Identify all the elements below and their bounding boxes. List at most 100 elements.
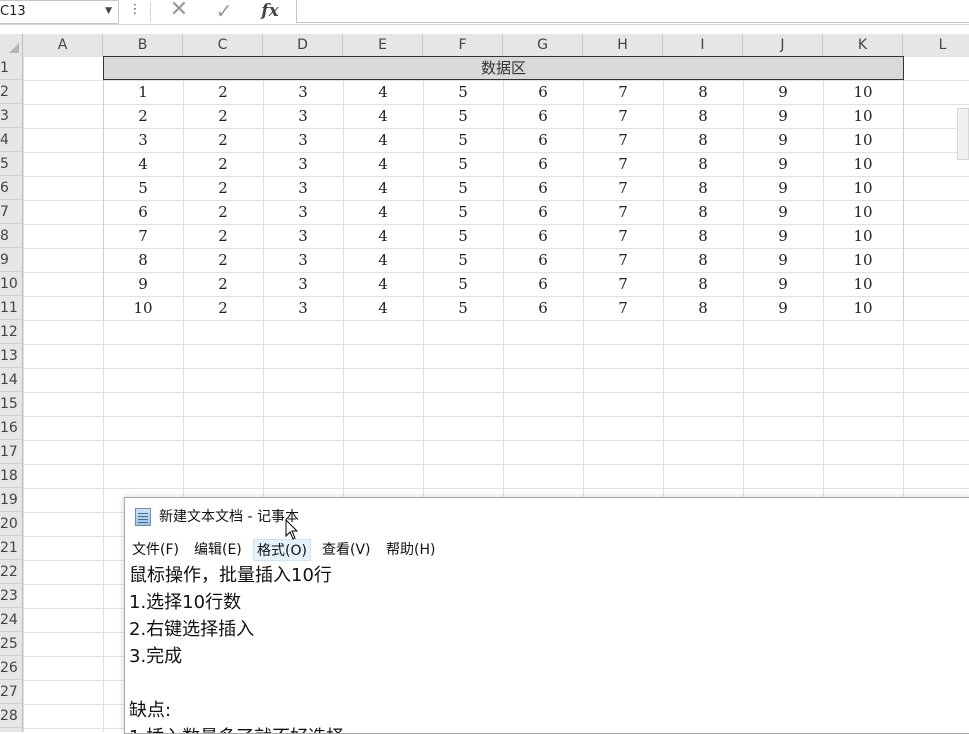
data-cell[interactable]: 7 xyxy=(583,104,663,128)
column-header-a[interactable]: A xyxy=(23,34,103,56)
row-header-4[interactable]: 4 xyxy=(0,128,22,152)
data-cell[interactable]: 9 xyxy=(743,104,823,128)
data-cell[interactable]: 2 xyxy=(183,200,263,224)
row-header-11[interactable]: 11 xyxy=(0,296,22,320)
row-header-9[interactable]: 9 xyxy=(0,248,22,272)
column-header-g[interactable]: G xyxy=(503,34,583,56)
cancel-icon[interactable]: ✕ xyxy=(168,0,190,22)
notepad-menu-item[interactable]: 帮助(H) xyxy=(383,539,438,561)
data-cell[interactable]: 9 xyxy=(743,296,823,320)
data-cell[interactable]: 2 xyxy=(183,224,263,248)
data-cell[interactable]: 6 xyxy=(503,152,583,176)
data-cell[interactable]: 8 xyxy=(663,296,743,320)
data-cell[interactable]: 5 xyxy=(423,80,503,104)
data-cell[interactable]: 10 xyxy=(823,248,903,272)
data-cell[interactable]: 6 xyxy=(503,272,583,296)
data-cell[interactable]: 8 xyxy=(663,272,743,296)
data-cell[interactable]: 2 xyxy=(183,80,263,104)
data-cell[interactable]: 10 xyxy=(823,128,903,152)
data-cell[interactable]: 9 xyxy=(743,224,823,248)
data-cell[interactable]: 9 xyxy=(743,272,823,296)
data-cell[interactable]: 8 xyxy=(663,176,743,200)
data-cell[interactable]: 6 xyxy=(103,200,183,224)
data-cell[interactable]: 6 xyxy=(503,104,583,128)
column-header-d[interactable]: D xyxy=(263,34,343,56)
data-cell[interactable]: 7 xyxy=(583,200,663,224)
data-cell[interactable]: 10 xyxy=(823,104,903,128)
data-cell[interactable]: 5 xyxy=(423,200,503,224)
row-header-3[interactable]: 3 xyxy=(0,104,22,128)
row-header-27[interactable]: 27 xyxy=(0,680,22,704)
row-header-7[interactable]: 7 xyxy=(0,200,22,224)
more-options-icon[interactable]: ⋮ xyxy=(127,0,143,22)
data-cell[interactable]: 3 xyxy=(103,128,183,152)
data-cell[interactable]: 4 xyxy=(343,128,423,152)
data-cell[interactable]: 10 xyxy=(823,200,903,224)
data-cell[interactable]: 3 xyxy=(263,104,343,128)
data-cell[interactable]: 7 xyxy=(583,272,663,296)
name-box[interactable]: C13 ▼ xyxy=(0,0,119,24)
data-cell[interactable]: 2 xyxy=(183,248,263,272)
row-header-22[interactable]: 22 xyxy=(0,560,22,584)
vertical-scrollbar-thumb[interactable] xyxy=(957,108,969,160)
row-header-15[interactable]: 15 xyxy=(0,392,22,416)
data-cell[interactable]: 3 xyxy=(263,152,343,176)
data-cell[interactable]: 3 xyxy=(263,296,343,320)
data-cell[interactable]: 6 xyxy=(503,296,583,320)
data-cell[interactable]: 4 xyxy=(343,104,423,128)
data-cell[interactable]: 6 xyxy=(503,200,583,224)
data-cell[interactable]: 6 xyxy=(503,224,583,248)
data-cell[interactable]: 8 xyxy=(663,200,743,224)
data-cell[interactable]: 9 xyxy=(743,176,823,200)
data-cell[interactable]: 5 xyxy=(423,248,503,272)
data-cell[interactable]: 2 xyxy=(183,128,263,152)
data-cell[interactable]: 6 xyxy=(503,80,583,104)
data-cell[interactable]: 10 xyxy=(823,152,903,176)
data-cell[interactable]: 10 xyxy=(823,80,903,104)
data-cell[interactable]: 9 xyxy=(743,80,823,104)
row-header-5[interactable]: 5 xyxy=(0,152,22,176)
data-cell[interactable]: 5 xyxy=(423,128,503,152)
data-cell[interactable]: 3 xyxy=(263,272,343,296)
enter-icon[interactable]: ✓ xyxy=(213,0,235,22)
data-cell[interactable]: 7 xyxy=(103,224,183,248)
data-cell[interactable]: 4 xyxy=(343,224,423,248)
row-header-6[interactable]: 6 xyxy=(0,176,22,200)
data-cell[interactable]: 3 xyxy=(263,224,343,248)
data-cell[interactable]: 4 xyxy=(103,152,183,176)
data-cell[interactable]: 9 xyxy=(743,248,823,272)
data-cell[interactable]: 3 xyxy=(263,248,343,272)
notepad-text-area[interactable]: 鼠标操作，批量插入10行 1.选择10行数 2.右键选择插入 3.完成缺点: 1.插入数… xyxy=(129,562,969,733)
column-header-c[interactable]: C xyxy=(183,34,263,56)
data-cell[interactable]: 7 xyxy=(583,248,663,272)
data-cell[interactable]: 3 xyxy=(263,128,343,152)
data-cell[interactable]: 2 xyxy=(183,152,263,176)
row-header-10[interactable]: 10 xyxy=(0,272,22,296)
row-header-19[interactable]: 19 xyxy=(0,488,22,512)
data-cell[interactable]: 7 xyxy=(583,296,663,320)
data-cell[interactable]: 9 xyxy=(743,200,823,224)
row-header-17[interactable]: 17 xyxy=(0,440,22,464)
data-cell[interactable]: 5 xyxy=(423,272,503,296)
data-cell[interactable]: 4 xyxy=(343,272,423,296)
data-cell[interactable]: 9 xyxy=(103,272,183,296)
row-header-25[interactable]: 25 xyxy=(0,632,22,656)
data-cell[interactable]: 4 xyxy=(343,176,423,200)
column-header-j[interactable]: J xyxy=(743,34,823,56)
data-cell[interactable]: 5 xyxy=(423,104,503,128)
row-header-23[interactable]: 23 xyxy=(0,584,22,608)
name-box-dropdown-icon[interactable]: ▼ xyxy=(105,1,112,22)
row-header-18[interactable]: 18 xyxy=(0,464,22,488)
data-cell[interactable]: 2 xyxy=(183,272,263,296)
data-cell[interactable]: 4 xyxy=(343,152,423,176)
column-header-i[interactable]: I xyxy=(663,34,743,56)
data-cell[interactable]: 5 xyxy=(423,176,503,200)
data-cell[interactable]: 4 xyxy=(343,248,423,272)
data-cell[interactable]: 9 xyxy=(743,152,823,176)
insert-function-icon[interactable]: fx xyxy=(258,0,282,22)
row-header-20[interactable]: 20 xyxy=(0,512,22,536)
merged-header-cell[interactable]: 数据区 xyxy=(103,56,904,80)
data-cell[interactable]: 2 xyxy=(183,296,263,320)
row-header-16[interactable]: 16 xyxy=(0,416,22,440)
data-cell[interactable]: 7 xyxy=(583,152,663,176)
